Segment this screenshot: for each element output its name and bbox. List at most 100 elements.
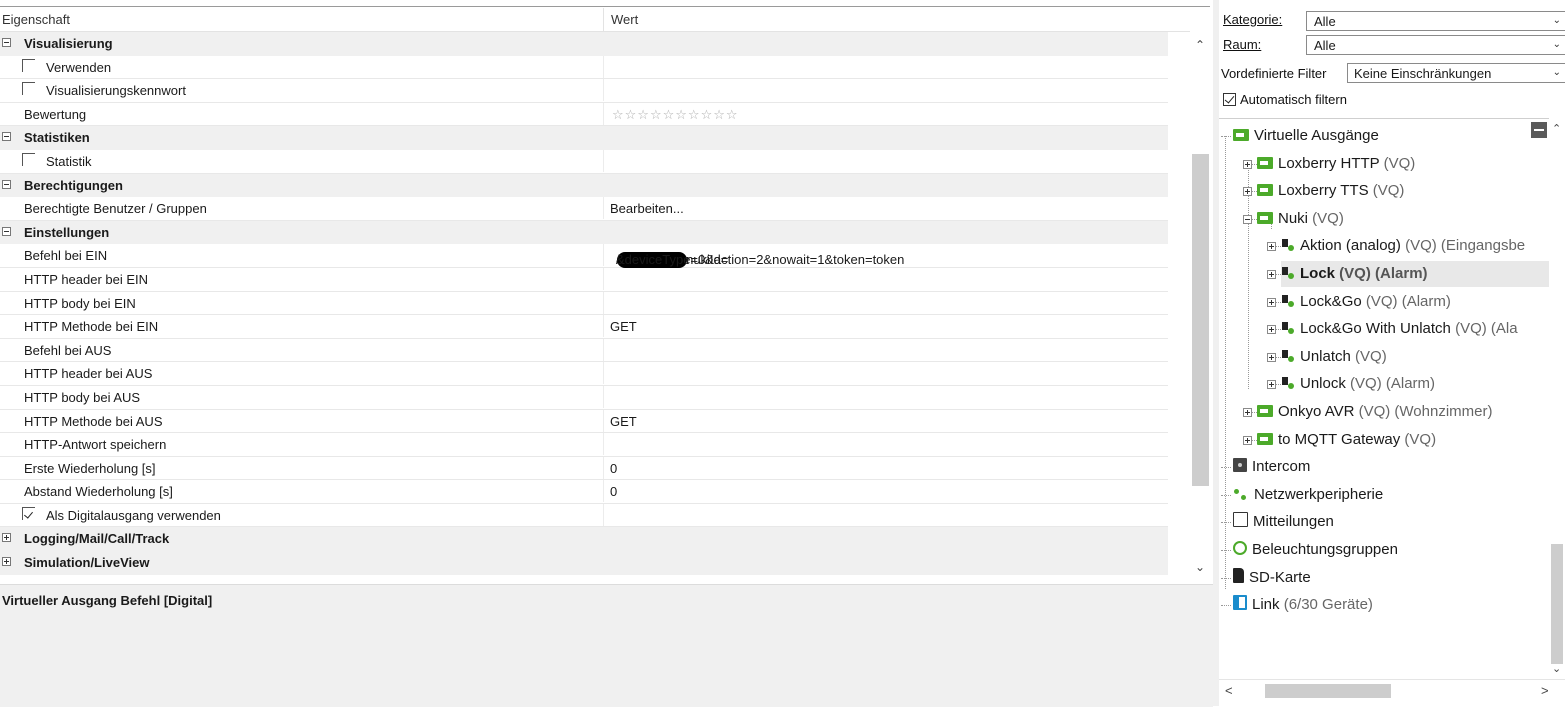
category-row[interactable]: Logging/Mail/Call/Track — [0, 527, 1168, 552]
grid-vertical-scrollbar[interactable]: ⌃ ⌄ — [1190, 32, 1211, 580]
property-checkbox[interactable] — [22, 506, 35, 520]
tree-node[interactable]: Link (6/30 Geräte) — [1233, 592, 1373, 618]
property-row[interactable]: Bewertung ☆☆☆☆☆☆☆☆☆☆ — [0, 102, 1169, 127]
property-row[interactable]: HTTP-Antwort speichern — [0, 433, 1168, 457]
property-row[interactable]: HTTP body bei AUS — [0, 385, 1169, 410]
tree-node[interactable]: Aktion (analog) (VQ) (Eingangsbe — [1281, 233, 1525, 259]
collapse-icon[interactable] — [2, 38, 11, 47]
property-value-cell[interactable]: ☆☆☆☆☆☆☆☆☆☆ — [603, 102, 1169, 125]
column-header-value[interactable]: Wert — [611, 12, 638, 27]
property-row[interactable]: HTTP Methode bei EIN GET — [0, 315, 1168, 339]
expand-icon[interactable] — [1243, 159, 1252, 169]
property-row[interactable]: HTTP header bei EIN — [0, 267, 1169, 292]
expand-icon[interactable] — [1243, 408, 1252, 417]
property-value-cell[interactable] — [603, 338, 1169, 361]
property-row[interactable]: Befehl bei AUS — [0, 338, 1169, 363]
scroll-thumb[interactable] — [1192, 154, 1209, 486]
expand-icon[interactable] — [1267, 297, 1276, 307]
tree-node[interactable]: Lock (VQ) (Alarm) — [1281, 261, 1549, 287]
property-value-cell[interactable]: GET — [603, 315, 1169, 338]
property-row[interactable]: Erste Wiederholung [s] 0 — [0, 456, 1169, 481]
column-header-property[interactable]: Eigenschaft — [2, 12, 70, 27]
collapse-icon[interactable] — [2, 132, 11, 142]
expand-icon[interactable] — [1243, 435, 1252, 445]
property-row[interactable]: HTTP body bei EIN — [0, 291, 1169, 316]
scroll-left-icon[interactable]: < — [1225, 683, 1233, 698]
property-row[interactable]: Berechtigte Benutzer / Gruppen Bearbeiten… — [0, 197, 1168, 221]
category-row[interactable]: Einstellungen — [0, 220, 1168, 245]
property-row[interactable]: Statistik — [0, 149, 1169, 174]
tree-node[interactable]: Intercom — [1233, 454, 1310, 480]
category-row[interactable]: Statistiken — [0, 126, 1168, 150]
tree-node[interactable]: Loxberry HTTP (VQ) — [1257, 151, 1415, 177]
category-row[interactable]: Berechtigungen — [0, 173, 1168, 198]
expand-icon[interactable] — [1267, 380, 1276, 390]
expand-icon[interactable] — [2, 533, 11, 543]
scroll-thumb[interactable] — [1265, 684, 1391, 698]
expand-icon[interactable] — [1267, 270, 1276, 279]
property-checkbox[interactable] — [22, 82, 35, 96]
property-row[interactable]: HTTP Methode bei AUS GET — [0, 409, 1169, 434]
tree-node[interactable]: to MQTT Gateway (VQ) — [1257, 427, 1436, 453]
auto-filter-checkbox[interactable]: Automatisch filtern — [1223, 91, 1423, 111]
property-value-cell[interactable] — [603, 433, 1169, 456]
checkbox-checked-icon[interactable] — [1223, 93, 1236, 106]
collapse-icon[interactable] — [2, 179, 11, 189]
property-row[interactable]: HTTP header bei AUS — [0, 362, 1168, 386]
tree-node[interactable]: Onkyo AVR (VQ) (Wohnzimmer) — [1257, 399, 1492, 425]
tree-node[interactable]: Nuki (VQ) — [1257, 206, 1344, 232]
tree-node[interactable]: Lock&Go (VQ) (Alarm) — [1281, 289, 1451, 315]
property-row[interactable]: Als Digitalausgang verwenden — [0, 503, 1169, 528]
category-select[interactable]: Alle ⌄ — [1306, 11, 1565, 31]
tree-node[interactable]: Lock&Go With Unlatch (VQ) (Ala — [1281, 316, 1518, 342]
property-value-cell[interactable] — [603, 503, 1169, 526]
scroll-down-icon[interactable]: ⌄ — [1195, 560, 1205, 574]
expand-icon[interactable] — [2, 557, 11, 567]
expand-icon[interactable] — [1267, 242, 1276, 252]
collapse-icon[interactable] — [1243, 214, 1252, 224]
collapse-icon[interactable] — [1531, 122, 1547, 138]
property-value-cell[interactable]: 0 — [603, 480, 1169, 503]
tree-node[interactable]: Virtuelle Ausgänge — [1233, 123, 1379, 149]
rating-stars[interactable]: ☆☆☆☆☆☆☆☆☆☆ — [612, 107, 739, 123]
tree-vertical-scrollbar[interactable]: ⌃ ⌄ — [1549, 118, 1565, 678]
scroll-up-icon[interactable]: ⌃ — [1552, 122, 1561, 135]
property-row[interactable]: Abstand Wiederholung [s] 0 — [0, 480, 1168, 504]
property-row[interactable]: Visualisierungskennwort — [0, 79, 1168, 103]
category-row[interactable]: Visualisierung — [0, 32, 1168, 56]
expand-icon[interactable] — [1267, 352, 1276, 362]
property-value-cell[interactable] — [603, 291, 1169, 314]
property-value-cell[interactable]: 0 — [603, 456, 1169, 479]
property-value-cell[interactable]: /lockAction?nukiId=&deviceType=0&action=… — [603, 244, 1169, 269]
column-separator[interactable] — [603, 8, 604, 31]
property-value-cell[interactable] — [603, 149, 1169, 172]
scroll-right-icon[interactable]: > — [1541, 683, 1549, 698]
property-value-cell[interactable]: Bearbeiten... — [603, 197, 1169, 220]
expand-icon[interactable] — [1243, 187, 1252, 197]
predefined-filter-select[interactable]: Keine Einschränkungen ⌄ — [1347, 63, 1565, 83]
tree-node[interactable]: Beleuchtungsgruppen — [1233, 537, 1398, 563]
property-value-cell[interactable]: GET — [603, 409, 1169, 432]
tree-node[interactable]: Unlock (VQ) (Alarm) — [1281, 371, 1435, 397]
property-value-cell[interactable] — [603, 385, 1169, 408]
property-value-cell[interactable] — [603, 267, 1169, 290]
tree-node[interactable]: Unlatch (VQ) — [1281, 344, 1387, 370]
tree-node[interactable]: SD-Karte — [1233, 565, 1311, 591]
room-select[interactable]: Alle ⌄ — [1306, 35, 1565, 55]
property-value-cell[interactable] — [603, 79, 1169, 102]
tree-node[interactable]: Netzwerkperipherie — [1233, 482, 1383, 508]
category-row[interactable]: Simulation/LiveView — [0, 551, 1168, 575]
expand-icon[interactable] — [1267, 325, 1276, 335]
scroll-down-icon[interactable]: ⌄ — [1552, 662, 1561, 675]
scroll-up-icon[interactable]: ⌃ — [1195, 38, 1205, 52]
property-row[interactable]: Verwenden — [0, 55, 1169, 80]
property-value-cell[interactable] — [603, 55, 1169, 78]
property-row[interactable]: Befehl bei EIN/lockAction?nukiId=&device… — [0, 244, 1169, 269]
tree-node[interactable]: Loxberry TTS (VQ) — [1257, 178, 1404, 204]
property-value-cell[interactable] — [603, 362, 1169, 385]
collapse-icon[interactable] — [2, 226, 11, 236]
scroll-thumb[interactable] — [1551, 544, 1563, 664]
property-checkbox[interactable] — [22, 58, 35, 72]
property-checkbox[interactable] — [22, 152, 35, 166]
tree-node[interactable]: Mitteilungen — [1233, 509, 1334, 535]
